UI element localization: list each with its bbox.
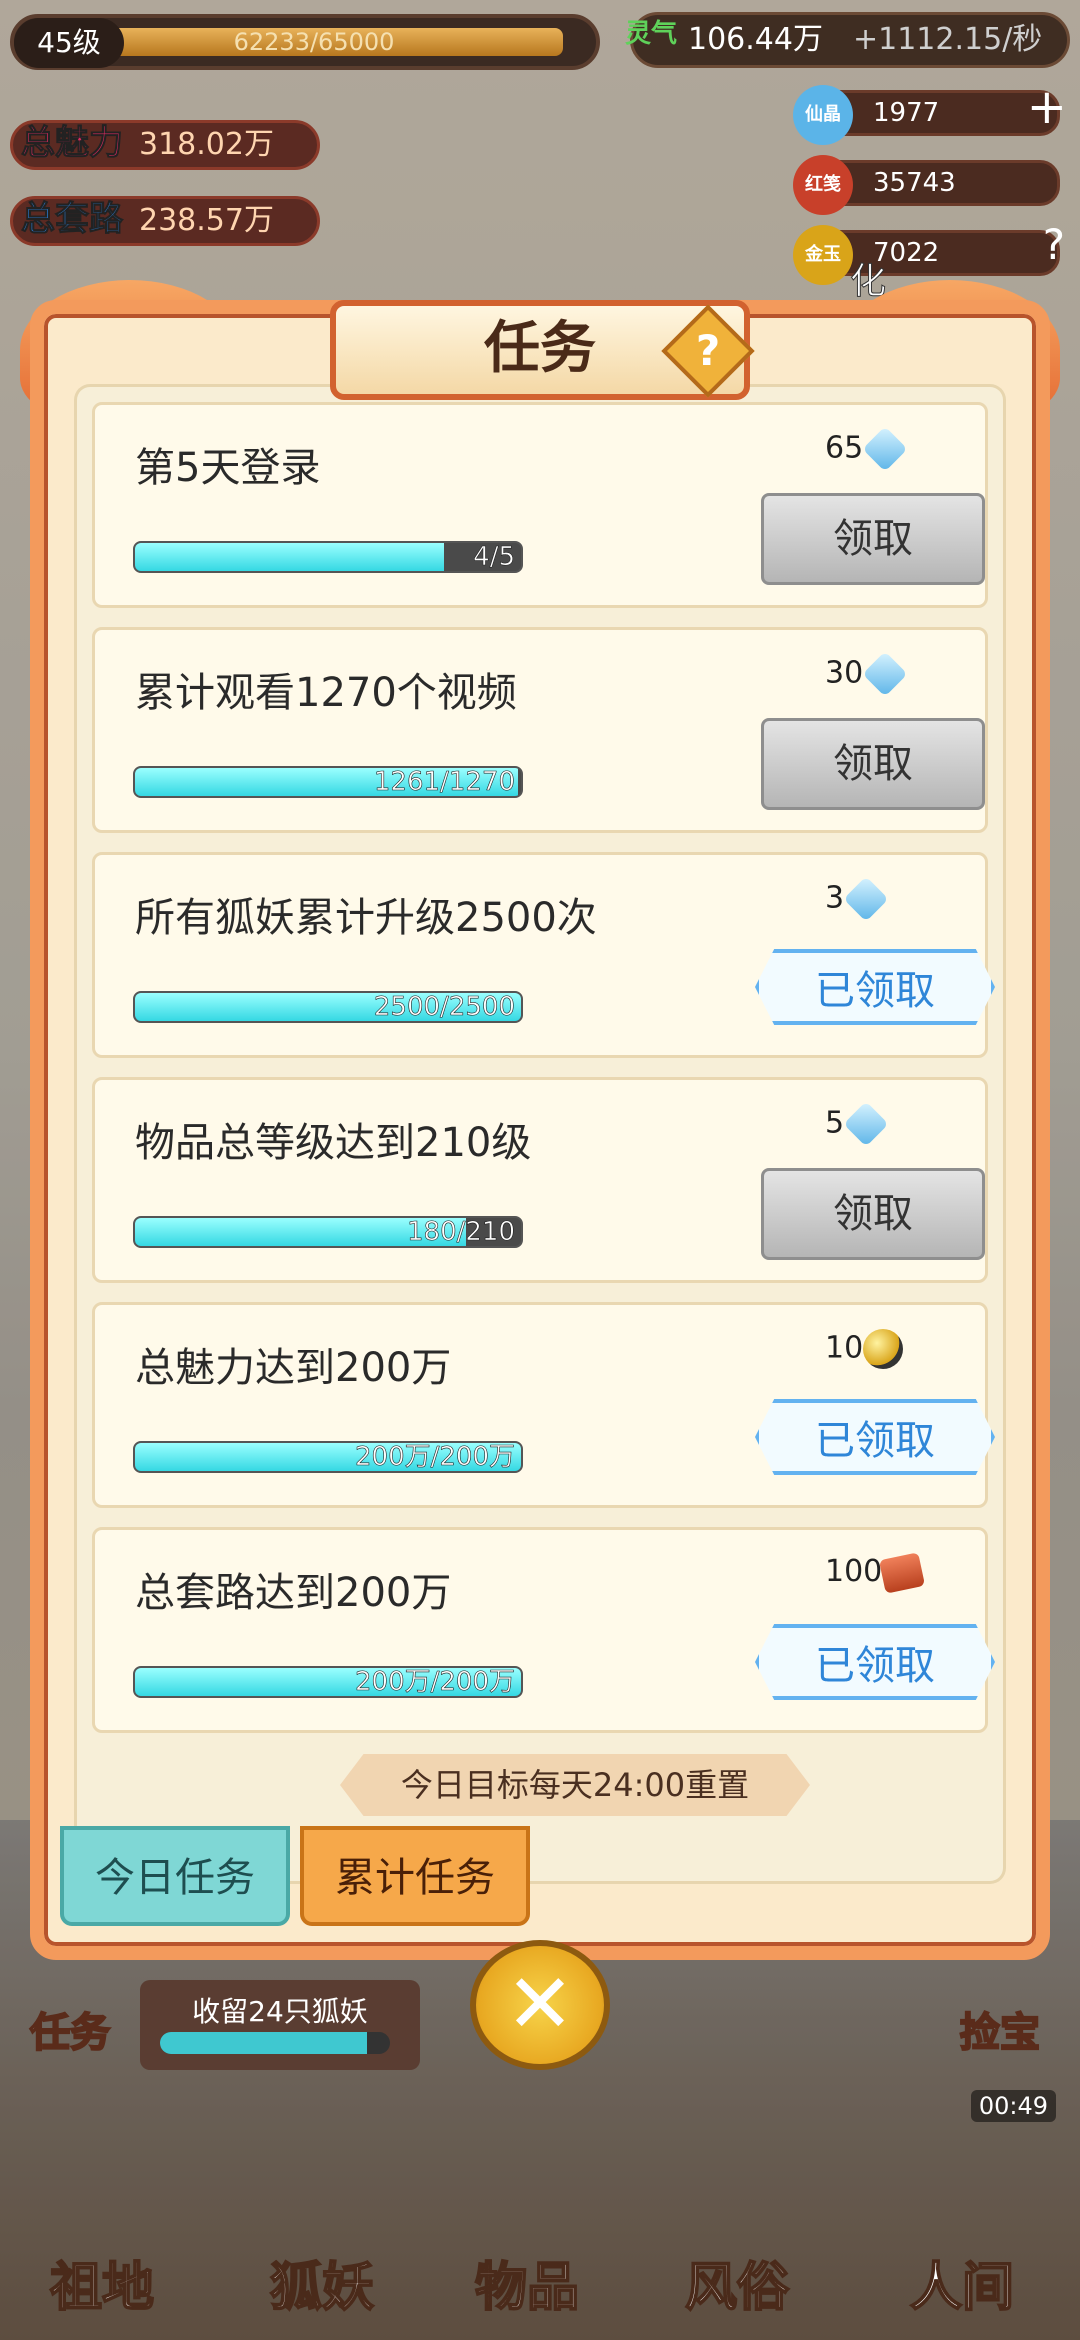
task-progress-text: 2500/2500: [373, 992, 516, 1022]
task-card: 所有狐妖累计升级2500次 2500/2500 3 已领取: [92, 852, 995, 1058]
coin-icon: [863, 1329, 904, 1369]
level-badge: 45级: [14, 18, 124, 68]
trick-value: 238.57万: [139, 203, 274, 238]
claim-button[interactable]: 领取: [761, 718, 985, 810]
reward-amount: 65: [825, 430, 864, 466]
nav-fox[interactable]: 狐妖: [269, 2245, 375, 2320]
task-progress-bar: 1261/1270: [133, 766, 523, 798]
reward-amount: 10: [825, 1330, 864, 1366]
tab-today[interactable]: 今日任务: [60, 1826, 290, 1926]
task-card: 总套路达到200万 200万/200万 100 已领取: [92, 1527, 995, 1733]
gem-icon: [862, 651, 908, 697]
lingqi-pill[interactable]: 灵气 106.44万 +1112.15/秒: [625, 12, 1070, 68]
gem-resource[interactable]: 仙晶 1977 +: [793, 83, 1067, 145]
task-progress-text: 4/5: [473, 542, 515, 572]
nav-ancestral-land[interactable]: 祖地: [49, 2245, 155, 2320]
task-progress-bar: 200万/200万: [133, 1441, 523, 1473]
task-progress-fill: [135, 543, 444, 571]
reward-amount: 3: [825, 880, 845, 916]
reset-note-band: 今日目标每天24:00重置: [60, 1750, 1020, 1830]
task-card: 总魅力达到200万 200万/200万 10 已领取: [92, 1302, 995, 1508]
exp-text: 62233/65000: [233, 28, 395, 56]
task-card: 物品总等级达到210级 180/210 5 领取: [92, 1077, 988, 1283]
red-paper-icon: [879, 1551, 926, 1594]
collect-progress-fill: [160, 2032, 367, 2054]
claim-button[interactable]: 领取: [761, 493, 985, 585]
nav-items[interactable]: 物品: [474, 2245, 580, 2320]
task-title: 物品总等级达到210级: [135, 1120, 532, 1166]
task-list[interactable]: 第5天登录 4/5 65 领取 累计观看1270个视频 1261/1270 30 领取 所有狐妖…: [74, 384, 1006, 1884]
trick-pill: 总套路 238.57万: [10, 196, 320, 246]
claimed-button: 已领取: [755, 1399, 995, 1475]
task-title: 总魅力达到200万: [135, 1345, 452, 1391]
treasure-timer: 00:49: [970, 2090, 1056, 2122]
help-question-mark[interactable]: ?: [675, 318, 741, 384]
nav-human-world[interactable]: 人间: [909, 2245, 1015, 2320]
reset-note: 今日目标每天24:00重置: [340, 1754, 810, 1816]
add-icon[interactable]: +: [1027, 83, 1067, 131]
task-title: 所有狐妖累计升级2500次: [135, 895, 597, 941]
red-paper-icon: 红笺: [793, 155, 853, 215]
task-progress-text: 1261/1270: [373, 767, 516, 797]
charm-pill: 总魅力 318.02万: [10, 120, 320, 170]
coin-resource[interactable]: 金玉 7022 ?: [793, 224, 1065, 285]
task-title: 第5天登录: [135, 445, 321, 491]
task-reward: 30: [825, 651, 908, 697]
gem-icon: [843, 1101, 889, 1147]
task-title: 累计观看1270个视频: [135, 670, 517, 716]
gem-value: 1977: [873, 98, 940, 128]
task-progress-text: 200万/200万: [354, 1667, 516, 1697]
gem-icon: [843, 876, 889, 922]
lingqi-icon: 灵气: [625, 19, 678, 49]
task-progress-bar: 180/210: [133, 1216, 523, 1248]
lingqi-value: 106.44万: [688, 22, 823, 57]
task-reward: 3: [825, 876, 889, 922]
charm-value: 318.02万: [139, 127, 274, 162]
gem-icon: 仙晶: [793, 85, 853, 145]
task-reward: 100: [825, 1551, 926, 1594]
task-progress-bar: 4/5: [133, 541, 523, 573]
claimed-button: 已领取: [755, 1624, 995, 1700]
red-paper-value: 35743: [873, 168, 956, 198]
task-reward: 10: [825, 1329, 904, 1369]
lingqi-rate: +1112.15/秒: [853, 22, 1043, 57]
close-button[interactable]: ✕: [470, 1940, 610, 2070]
task-reward: 65: [825, 426, 908, 472]
gem-icon: [862, 426, 908, 472]
bottom-nav: 祖地 狐妖 物品 风俗 人间: [0, 2140, 1080, 2340]
reward-amount: 100: [825, 1554, 883, 1589]
charm-label: 总魅力: [21, 123, 124, 164]
claimed-button: 已领取: [755, 949, 995, 1025]
task-card: 累计观看1270个视频 1261/1270 30 领取: [92, 627, 988, 833]
collect-progress: [160, 2032, 390, 2054]
task-reward: 5: [825, 1101, 889, 1147]
claim-button[interactable]: 领取: [761, 1168, 985, 1260]
treasure-button[interactable]: 捡宝: [959, 2000, 1041, 2058]
question-icon[interactable]: ?: [1043, 224, 1065, 266]
level-bar: 62233/65000 45级: [10, 14, 600, 70]
nav-customs[interactable]: 风俗: [684, 2245, 790, 2320]
reward-amount: 30: [825, 655, 864, 691]
trick-label: 总套路: [21, 199, 124, 240]
close-icon: ✕: [505, 1957, 575, 2052]
red-paper-resource[interactable]: 红笺 35743: [793, 155, 1060, 215]
coin-icon: 金玉: [793, 225, 853, 285]
collect-text: 收留24只狐妖: [192, 1995, 368, 2028]
reward-amount: 5: [825, 1105, 845, 1141]
collect-foxes-bar[interactable]: 收留24只狐妖: [140, 1980, 420, 2070]
task-progress-text: 180/210: [406, 1217, 516, 1247]
task-card: 第5天登录 4/5 65 领取: [92, 402, 988, 608]
task-title: 总套路达到200万: [135, 1570, 452, 1616]
task-progress-text: 200万/200万: [354, 1442, 516, 1472]
task-button[interactable]: 任务: [29, 2000, 111, 2058]
task-dialog: 第5天登录 4/5 65 领取 累计观看1270个视频 1261/1270 30 领取 所有狐妖…: [30, 300, 1050, 1960]
tab-total[interactable]: 累计任务: [300, 1826, 530, 1926]
task-progress-bar: 2500/2500: [133, 991, 523, 1023]
task-progress-bar: 200万/200万: [133, 1666, 523, 1698]
